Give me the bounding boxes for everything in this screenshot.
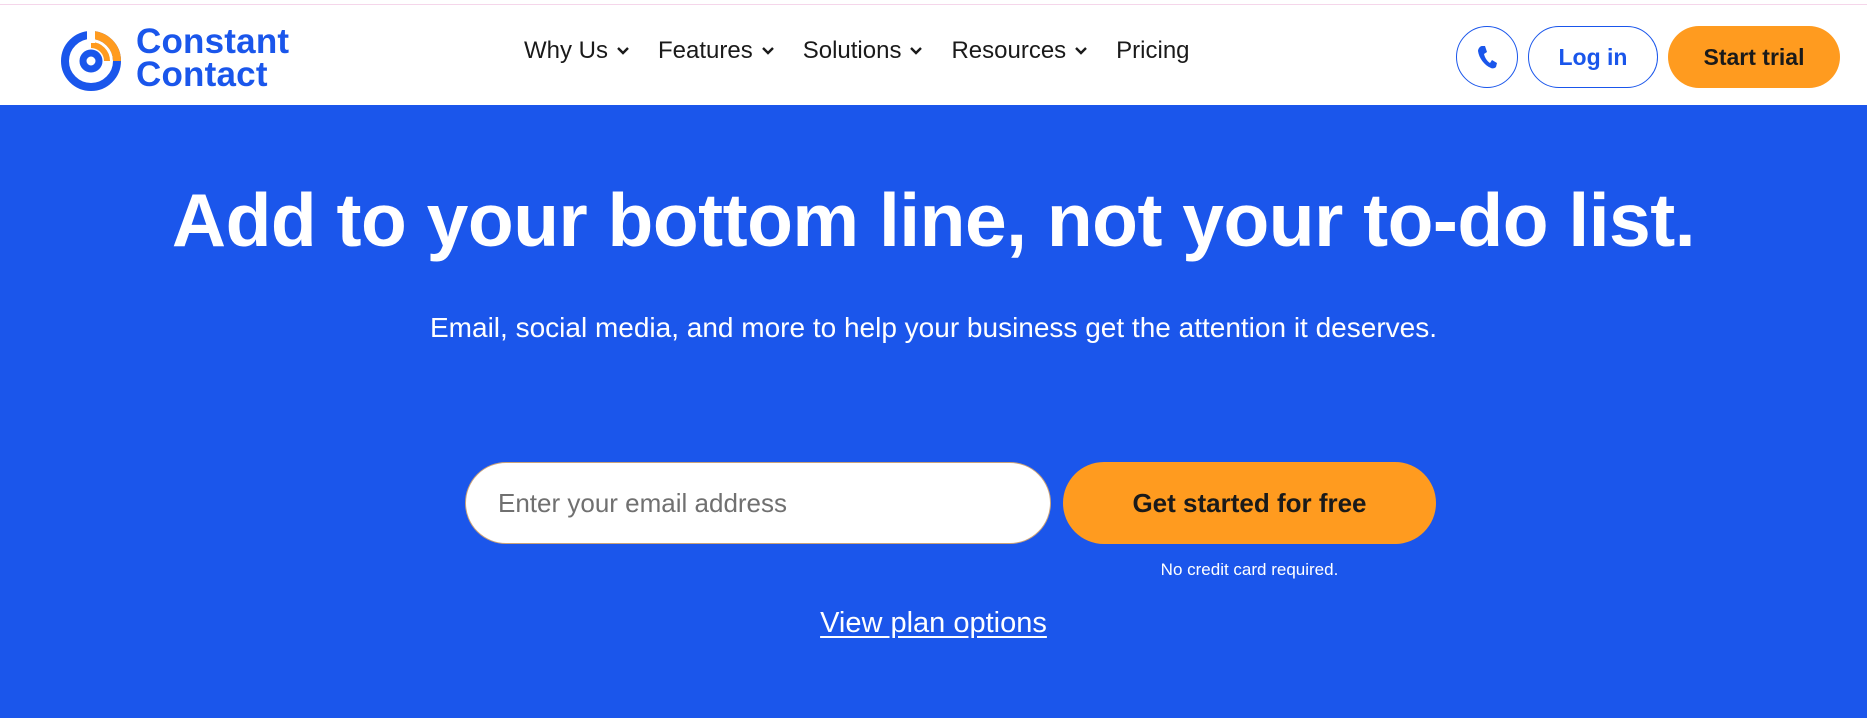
plan-link-wrapper: View plan options <box>0 607 1867 640</box>
hero-subhead: Email, social media, and more to help yo… <box>430 312 1437 343</box>
site-header: Constant Contact Why Us Features Solutio… <box>0 5 1867 105</box>
chevron-down-icon <box>761 47 774 55</box>
nav-item-resources[interactable]: Resources <box>951 37 1088 65</box>
nav-item-solutions[interactable]: Solutions <box>803 37 924 65</box>
chevron-down-icon <box>1075 47 1088 55</box>
no-credit-card-note: No credit card required. <box>1160 560 1339 579</box>
get-started-button[interactable]: Get started for free <box>1063 462 1436 544</box>
nav-item-why-us[interactable]: Why Us <box>524 37 630 65</box>
hero-headline: Add to your bottom line, not your to-do … <box>171 178 1696 262</box>
constant-contact-logo-icon <box>61 31 121 91</box>
hero-section: Add to your bottom line, not your to-do … <box>0 105 1867 718</box>
nav-item-features[interactable]: Features <box>658 37 775 65</box>
main-nav: Why Us Features Solutions Resources Pric… <box>524 37 1218 65</box>
phone-icon <box>1478 46 1497 69</box>
brand-name-line2: Contact <box>136 55 268 94</box>
nav-item-label: Solutions <box>802 37 902 64</box>
nav-item-label: Resources <box>951 37 1067 64</box>
start-trial-button[interactable]: Start trial <box>1668 26 1840 88</box>
phone-button[interactable] <box>1456 26 1518 88</box>
login-button[interactable]: Log in <box>1528 26 1658 88</box>
chevron-down-icon <box>910 47 923 55</box>
chevron-down-icon <box>617 47 629 55</box>
email-input[interactable] <box>465 462 1051 544</box>
view-plan-options-link[interactable]: View plan options <box>820 607 1047 639</box>
nav-item-label: Pricing <box>1116 37 1190 64</box>
brand-wordmark: Constant Contact <box>136 22 290 94</box>
nav-item-label: Features <box>658 37 753 64</box>
nav-item-pricing[interactable]: Pricing <box>1116 37 1189 65</box>
brand-name-line1: Constant <box>136 22 290 61</box>
nav-item-label: Why Us <box>524 37 608 64</box>
brand-logo[interactable]: Constant Contact <box>60 21 289 95</box>
